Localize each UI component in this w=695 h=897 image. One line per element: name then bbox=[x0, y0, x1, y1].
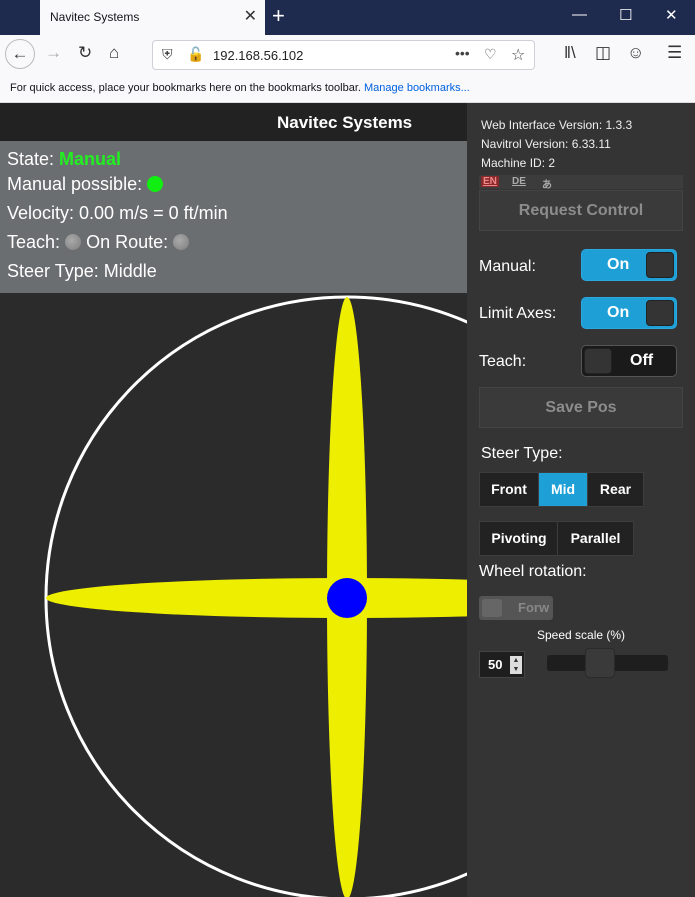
limit-axes-toggle-knob bbox=[646, 300, 674, 326]
teach-led-icon bbox=[65, 234, 82, 250]
spinner-arrows-icon[interactable]: ▲ ▼ bbox=[510, 656, 522, 674]
account-icon[interactable]: ☺ bbox=[627, 43, 644, 63]
shield-icon[interactable]: ⛨ bbox=[162, 46, 173, 63]
wheel-rotation-text: Forw bbox=[518, 600, 550, 615]
wheel-rotation-toggle[interactable]: Forw bbox=[479, 596, 553, 620]
manual-toggle-knob bbox=[646, 252, 674, 278]
pocket-icon[interactable]: ♡ bbox=[484, 46, 497, 63]
bookmarks-hint: For quick access, place your bookmarks h… bbox=[10, 82, 470, 94]
pivoting-button[interactable]: Pivoting bbox=[479, 521, 559, 556]
insecure-lock-icon[interactable]: 🔓 bbox=[187, 46, 204, 63]
joystick-handle[interactable] bbox=[327, 578, 367, 618]
maximize-icon[interactable]: ☐ bbox=[619, 6, 632, 24]
machine-id: Machine ID: 2 bbox=[481, 156, 556, 170]
limit-axes-toggle[interactable]: On bbox=[581, 297, 677, 329]
control-panel: Web Interface Version: 1.3.3 Navitrol Ve… bbox=[467, 103, 695, 897]
library-icon[interactable]: ‖\ bbox=[564, 43, 576, 63]
tab-title: Navitec Systems bbox=[50, 10, 140, 24]
new-tab-icon[interactable]: + bbox=[272, 3, 285, 29]
lang-ja[interactable]: あ bbox=[542, 176, 552, 191]
teach-toggle-knob bbox=[584, 348, 612, 374]
speed-scale-slider[interactable] bbox=[547, 648, 668, 678]
manage-bookmarks-link[interactable]: Manage bookmarks... bbox=[364, 82, 470, 94]
velocity-text: Velocity: 0.00 m/s = 0 ft/min bbox=[7, 203, 228, 223]
forward-arrow-icon[interactable]: → bbox=[45, 43, 62, 63]
teach-label: Teach: bbox=[479, 353, 527, 370]
horizontal-axis-arm bbox=[46, 578, 467, 618]
teach-label: Teach: bbox=[7, 232, 61, 252]
browser-navbar: ← → ↻ ⌂ ⛨ 🔓 192.168.56.102 ••• ♡ ☆ ‖\ ◫ … bbox=[0, 35, 695, 75]
manual-toggle-text: On bbox=[607, 256, 630, 273]
save-pos-button[interactable]: Save Pos bbox=[479, 387, 683, 428]
language-bar: EN DE あ bbox=[479, 175, 683, 191]
lang-de[interactable]: DE bbox=[512, 176, 526, 187]
speed-scale-slider-thumb[interactable] bbox=[585, 648, 615, 678]
speed-scale-input[interactable]: 50 ▲ ▼ bbox=[479, 651, 525, 678]
web-version: Web Interface Version: 1.3.3 bbox=[481, 118, 633, 132]
speed-scale-value[interactable]: 50 bbox=[488, 657, 502, 672]
lang-en[interactable]: EN bbox=[481, 176, 499, 187]
limit-axes-label: Limit Axes: bbox=[479, 305, 557, 322]
speed-scale-label: Speed scale (%) bbox=[537, 628, 626, 642]
navitrol-version: Navitrol Version: 6.33.11 bbox=[481, 137, 611, 151]
tab-close-icon[interactable]: ✕ bbox=[244, 6, 257, 26]
steer-front-button[interactable]: Front bbox=[479, 472, 539, 507]
manual-possible-label: Manual possible: bbox=[7, 174, 143, 194]
on-route-led-icon bbox=[173, 234, 190, 250]
page-actions-icon[interactable]: ••• bbox=[455, 45, 470, 61]
steer-type-label: Steer Type: bbox=[481, 445, 563, 462]
manual-label: Manual: bbox=[479, 258, 536, 275]
joystick-area[interactable] bbox=[0, 293, 467, 897]
sidebar-icon[interactable]: ◫ bbox=[595, 43, 611, 63]
wheel-rotation-label: Wheel rotation: bbox=[479, 563, 587, 580]
state-row: State: Manual bbox=[7, 149, 121, 170]
url-text[interactable]: 192.168.56.102 bbox=[213, 48, 303, 63]
minimize-icon[interactable]: — bbox=[572, 6, 587, 23]
steer-rear-button[interactable]: Rear bbox=[587, 472, 644, 507]
request-control-button[interactable]: Request Control bbox=[479, 190, 683, 231]
manual-possible-row: Manual possible: bbox=[7, 174, 164, 195]
status-panel: State: Manual Manual possible: Velocity:… bbox=[0, 141, 467, 293]
parallel-button[interactable]: Parallel bbox=[557, 521, 634, 556]
url-bar[interactable]: ⛨ 🔓 192.168.56.102 ••• ♡ ☆ bbox=[152, 40, 535, 70]
wheel-rotation-knob bbox=[482, 599, 502, 617]
app-title: Navitec Systems bbox=[277, 113, 413, 132]
on-route-label: On Route: bbox=[86, 232, 169, 252]
bookmarks-toolbar: For quick access, place your bookmarks h… bbox=[0, 75, 695, 103]
app-header: Navitec Systems bbox=[0, 103, 467, 141]
window-close-icon[interactable]: ✕ bbox=[665, 6, 678, 24]
limit-axes-toggle-text: On bbox=[607, 304, 630, 321]
teach-toggle[interactable]: Off bbox=[581, 345, 677, 377]
steer-type-text: Steer Type: Middle bbox=[7, 261, 157, 281]
menu-icon[interactable]: ☰ bbox=[667, 43, 682, 63]
back-arrow-icon[interactable]: ← bbox=[5, 39, 35, 69]
home-icon[interactable]: ⌂ bbox=[109, 43, 119, 63]
steer-mid-button[interactable]: Mid bbox=[538, 472, 588, 507]
teach-toggle-text: Off bbox=[630, 352, 654, 369]
state-value: Manual bbox=[59, 149, 122, 169]
joystick-svg[interactable] bbox=[0, 293, 467, 897]
manual-possible-led-icon bbox=[147, 176, 164, 192]
reload-icon[interactable]: ↻ bbox=[78, 43, 92, 63]
manual-toggle[interactable]: On bbox=[581, 249, 677, 281]
browser-tab[interactable]: Navitec Systems ✕ bbox=[40, 0, 265, 35]
teach-route-row: Teach: On Route: bbox=[7, 232, 190, 253]
browser-titlebar: Navitec Systems ✕ + — ☐ ✕ bbox=[0, 0, 695, 35]
bookmark-star-icon[interactable]: ☆ bbox=[511, 45, 525, 65]
state-label: State: bbox=[7, 149, 55, 169]
bookmarks-hint-text: For quick access, place your bookmarks h… bbox=[10, 82, 361, 94]
